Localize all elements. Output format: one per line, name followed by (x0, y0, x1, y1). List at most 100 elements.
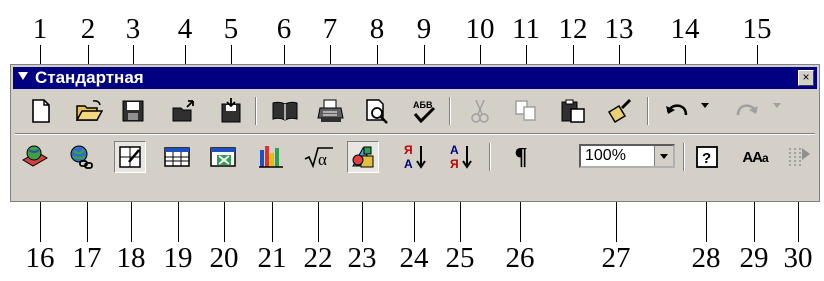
open-button[interactable] (73, 95, 105, 127)
tables-borders-icon (119, 146, 141, 168)
callout-17: 17 (72, 242, 102, 274)
svg-text:А: А (404, 157, 413, 171)
callout-4: 4 (177, 13, 193, 45)
columns-icon (789, 148, 810, 168)
undo-icon (666, 104, 688, 116)
insert-chart-icon (259, 146, 283, 168)
format-painter-icon (607, 98, 632, 124)
print-preview-button[interactable] (361, 95, 393, 127)
insert-excel-button[interactable] (207, 141, 239, 173)
callout-15: 15 (742, 13, 772, 45)
svg-text:Я: Я (404, 143, 413, 157)
undo-button[interactable] (661, 95, 693, 127)
callout-13: 13 (604, 13, 634, 45)
help-button[interactable]: ? (691, 141, 723, 173)
equation-button[interactable]: α (303, 141, 335, 173)
equation-icon: α (304, 147, 333, 169)
callout-22: 22 (303, 242, 333, 274)
save-to-disk-icon (221, 98, 241, 123)
sort-descending-button[interactable]: АЯ (445, 141, 477, 173)
insert-table-button[interactable] (161, 141, 193, 173)
book-icon (272, 101, 298, 121)
styles-aaa-icon: AAa (742, 148, 768, 166)
toolbar-separator (449, 97, 451, 125)
new-document-icon (32, 99, 50, 123)
row-divider (15, 133, 815, 135)
insert-table-icon (164, 147, 190, 167)
columns-button[interactable] (783, 141, 815, 173)
tables-borders-button[interactable] (114, 141, 146, 173)
sort-ascending-icon: ЯА (404, 143, 426, 171)
redo-dropdown-arrow-icon[interactable] (773, 103, 781, 108)
callout-3: 3 (125, 13, 141, 45)
callout-18: 18 (116, 242, 146, 274)
undo-dropdown-arrow-icon[interactable] (701, 103, 709, 108)
callout-29: 29 (739, 242, 769, 274)
leader-line (40, 202, 41, 242)
callout-27: 27 (601, 242, 631, 274)
print-preview-icon (366, 99, 388, 124)
email-icon (172, 100, 194, 122)
insert-chart-button[interactable] (255, 141, 287, 173)
callout-24: 24 (399, 242, 429, 274)
redo-icon (736, 104, 758, 116)
web-toolbar-button[interactable] (19, 141, 51, 173)
callout-21: 21 (257, 242, 287, 274)
zoom-dropdown-arrow-icon[interactable] (654, 146, 673, 166)
print-button[interactable] (315, 95, 347, 127)
leader-line (362, 202, 363, 242)
paste-icon (561, 99, 585, 123)
redo-button[interactable] (731, 95, 763, 127)
spelling-button[interactable]: АБВ (408, 95, 440, 127)
callout-23: 23 (347, 242, 377, 274)
new-document-button[interactable] (25, 95, 57, 127)
close-button[interactable]: × (798, 70, 814, 86)
leader-line (754, 202, 755, 242)
copy-button[interactable] (510, 95, 542, 127)
callout-7: 7 (322, 13, 338, 45)
leader-line (414, 202, 415, 242)
callout-10: 10 (465, 13, 495, 45)
zoom-value: 100% (585, 147, 626, 164)
leader-line (798, 202, 799, 242)
paste-button[interactable] (557, 95, 589, 127)
svg-text:А: А (450, 143, 459, 157)
email-button[interactable] (169, 95, 201, 127)
save-button[interactable] (117, 95, 149, 127)
standard-toolbar: Стандартная × АБВ α Я А А Я ¶ 100% ? AAa (10, 64, 820, 202)
save-disk-icon (122, 100, 144, 122)
callout-16: 16 (25, 242, 55, 274)
leader-line (87, 202, 88, 242)
toolbar-separator (647, 97, 649, 125)
leader-line (178, 202, 179, 242)
callout-25: 25 (445, 242, 475, 274)
callout-30: 30 (783, 242, 813, 274)
callout-19: 19 (163, 242, 193, 274)
toolbar-titlebar[interactable]: Стандартная × (13, 67, 817, 89)
callout-2: 2 (80, 13, 96, 45)
cut-button[interactable] (464, 95, 496, 127)
leader-line (272, 202, 273, 242)
pilcrow-icon: ¶ (514, 143, 528, 170)
callout-9: 9 (416, 13, 432, 45)
toolbar-menu-arrow-icon[interactable] (18, 72, 28, 80)
book-button[interactable] (269, 95, 301, 127)
insert-hyperlink-icon (70, 145, 93, 169)
show-paragraph-button[interactable]: ¶ (505, 141, 537, 173)
styles-button[interactable]: AAa (739, 141, 771, 173)
save-to-disk-button[interactable] (215, 95, 247, 127)
web-toolbar-icon (22, 145, 48, 167)
svg-text:АБВ: АБВ (413, 100, 433, 110)
toolbar-separator (683, 143, 685, 171)
format-painter-button[interactable] (603, 95, 635, 127)
callout-6: 6 (276, 13, 292, 45)
callout-20: 20 (209, 242, 239, 274)
insert-hyperlink-button[interactable] (66, 141, 98, 173)
zoom-combo[interactable]: 100% (579, 144, 675, 168)
toolbar-separator (489, 143, 491, 171)
help-icon: ? (696, 146, 718, 168)
callout-8: 8 (369, 13, 385, 45)
sort-ascending-button[interactable]: ЯА (399, 141, 431, 173)
toolbar-row-1: АБВ (11, 91, 817, 131)
drawing-button[interactable] (347, 141, 379, 173)
